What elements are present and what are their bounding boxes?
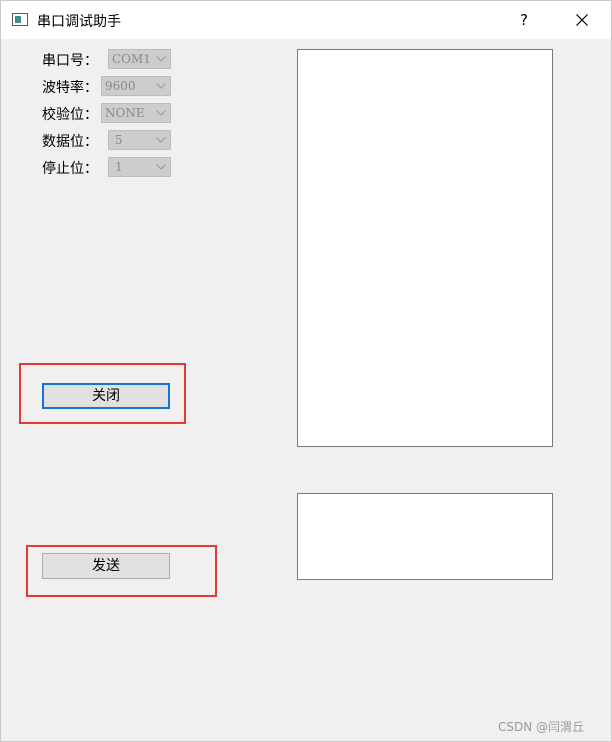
close-window-button[interactable] (567, 1, 597, 39)
window-title: 串口调试助手 (37, 14, 121, 30)
baud-value: 9600 (105, 79, 136, 93)
chevron-down-icon (156, 164, 166, 170)
title-bar[interactable]: 串口调试助手 ? (1, 1, 611, 39)
chevron-down-icon (156, 56, 166, 62)
port-value: COM1 (112, 52, 151, 66)
main-window: 串口调试助手 ? 串口号： COM1 波特率： 9600 校验位： NONE 数… (0, 0, 612, 742)
send-button[interactable]: 发送 (42, 553, 170, 579)
baud-select[interactable]: 9600 (101, 76, 171, 96)
port-label: 串口号： (42, 53, 98, 69)
databits-label: 数据位： (42, 134, 98, 150)
parity-label: 校验位： (42, 107, 98, 123)
port-select[interactable]: COM1 (108, 49, 171, 69)
chevron-down-icon (156, 137, 166, 143)
baud-label: 波特率： (42, 80, 98, 96)
chevron-down-icon (156, 110, 166, 116)
close-port-button[interactable]: 关闭 (42, 383, 170, 409)
parity-value: NONE (105, 106, 145, 120)
databits-select[interactable]: 5 (108, 130, 171, 150)
close-icon (576, 14, 588, 26)
stopbits-select[interactable]: 1 (108, 157, 171, 177)
receive-textarea[interactable] (297, 49, 553, 447)
databits-value: 5 (115, 133, 123, 147)
send-textarea[interactable] (297, 493, 553, 580)
stopbits-label: 停止位： (42, 161, 98, 177)
chevron-down-icon (156, 83, 166, 89)
app-window-icon (12, 13, 28, 26)
watermark: CSDN @闫渭丘 (498, 720, 585, 734)
stopbits-value: 1 (115, 160, 123, 174)
help-button[interactable]: ? (509, 1, 539, 39)
parity-select[interactable]: NONE (101, 103, 171, 123)
